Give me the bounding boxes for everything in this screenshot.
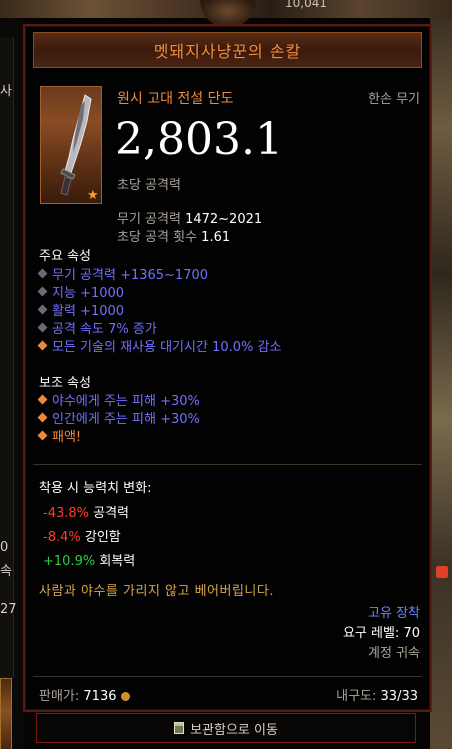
affix-bullet-icon xyxy=(37,430,48,441)
durability-value: 33/33 xyxy=(380,689,418,704)
move-to-stash-button[interactable]: 보관함으로 이동 xyxy=(36,713,416,743)
left-panel-strip xyxy=(0,38,14,678)
section-divider xyxy=(33,464,422,465)
stat-change-row: -8.4% 강인함 xyxy=(43,526,121,545)
weapon-damage-line: 무기 공격력 1472~2021 xyxy=(117,208,262,227)
affix-text: 야수에게 주는 피해 +30% xyxy=(52,394,200,409)
durability: 내구도: 33/33 xyxy=(336,685,418,704)
affix-bullet-icon xyxy=(37,286,48,297)
item-icon-frame[interactable] xyxy=(40,86,102,204)
stat-change-row: +10.9% 회복력 xyxy=(43,550,135,569)
move-to-stash-label: 보관함으로 이동 xyxy=(190,722,278,738)
background-left-panel: 사 0 속 27 xyxy=(0,18,24,749)
secondary-heading: 보조 속성 xyxy=(39,376,91,391)
primary-affix: 활력 +1000 xyxy=(37,300,125,319)
affix-text: 지능 +1000 xyxy=(52,286,125,301)
affix-text: 패액! xyxy=(52,430,82,445)
stat-change-value: +10.9% xyxy=(43,554,96,569)
attack-speed-value: 1.61 xyxy=(201,230,231,245)
flavor-text: 사람과 야수를 가리지 않고 베어버립니다. xyxy=(39,584,274,599)
affix-bullet-icon xyxy=(37,322,48,333)
required-level-label: 요구 레벨: xyxy=(342,626,400,641)
item-quality-type: 원시 고대 전설 단도 xyxy=(117,91,234,107)
stat-change-label: 회복력 xyxy=(99,554,136,569)
primary-heading: 주요 속성 xyxy=(39,249,91,264)
stat-change-value: -43.8% xyxy=(43,506,89,521)
dps-label: 초당 공격력 xyxy=(117,178,181,193)
affix-bullet-icon xyxy=(37,304,48,315)
unique-equip-label: 고유 장착 xyxy=(368,606,420,621)
affix-bullet-icon xyxy=(37,412,48,423)
primary-affix: 무기 공격력 +1365~1700 xyxy=(37,264,209,283)
secondary-affix: 인간에게 주는 피해 +30% xyxy=(37,408,200,427)
sell-price-label: 판매가: xyxy=(39,689,80,704)
red-gem-icon xyxy=(436,566,448,578)
account-bound-label: 계정 귀속 xyxy=(368,646,420,661)
left-fragment: 27 xyxy=(0,602,17,617)
sell-price: 판매가: 7136 xyxy=(39,685,130,704)
primary-affix: 공격 속도 7% 증가 xyxy=(37,318,157,337)
attack-speed-label: 초당 공격 횟수 xyxy=(117,230,198,245)
legendary-bullet-icon xyxy=(37,340,48,351)
gold-coin-icon xyxy=(120,692,130,701)
affix-text: 무기 공격력 +1365~1700 xyxy=(52,268,209,283)
stat-change-row: -43.8% 공격력 xyxy=(43,502,129,521)
attack-speed-line: 초당 공격 횟수 1.61 xyxy=(117,226,230,245)
item-name: 멧돼지사냥꾼의 손칼 xyxy=(153,42,302,61)
primary-affix: 지능 +1000 xyxy=(37,282,125,301)
item-title-bar: 멧돼지사냥꾼의 손칼 xyxy=(33,32,422,68)
background-right-panel xyxy=(430,18,452,749)
background-number: 10,041 xyxy=(285,0,327,10)
tooltip-footer: 판매가: 7136 내구도: 33/33 xyxy=(33,676,422,706)
weapon-damage-value: 1472~2021 xyxy=(185,212,263,227)
item-slot-type: 한손 무기 xyxy=(368,92,420,107)
weapon-damage-label: 무기 공격력 xyxy=(117,212,181,227)
stat-change-value: -8.4% xyxy=(43,530,81,545)
affix-text: 인간에게 주는 피해 +30% xyxy=(52,412,200,427)
left-fragment: 사 xyxy=(0,84,12,99)
item-tooltip: 멧돼지사냥꾼의 손칼 ★ 원시 고대 전설 단도 한손 무기 2,803.1 초… xyxy=(23,24,432,712)
left-fragment: 0 xyxy=(0,540,9,555)
secondary-affix: 야수에게 주는 피해 +30% xyxy=(37,390,200,409)
left-fragment: 속 xyxy=(0,564,12,579)
sell-price-value: 7136 xyxy=(83,689,117,704)
affix-bullet-icon xyxy=(37,394,48,405)
dagger-icon xyxy=(60,94,92,196)
stat-change-label: 강인함 xyxy=(84,530,121,545)
stat-change-heading: 착용 시 능력치 변화: xyxy=(39,481,152,496)
primary-affix: 모든 기술의 재사용 대기시간 10.0% 감소 xyxy=(37,336,282,355)
affix-text: 공격 속도 7% 증가 xyxy=(52,322,157,337)
left-slot-frame xyxy=(0,678,12,749)
secondary-affix: 패액! xyxy=(37,426,82,445)
stash-chest-icon xyxy=(174,722,185,734)
affix-text: 활력 +1000 xyxy=(52,304,125,319)
durability-label: 내구도: xyxy=(336,689,377,704)
ancient-star-icon: ★ xyxy=(87,188,99,203)
affix-text: 모든 기술의 재사용 대기시간 10.0% 감소 xyxy=(52,340,282,355)
affix-bullet-icon xyxy=(37,268,48,279)
required-level: 요구 레벨: 70 xyxy=(343,622,420,641)
required-level-value: 70 xyxy=(403,626,420,641)
stat-change-label: 공격력 xyxy=(93,506,130,521)
dps-value: 2,803.1 xyxy=(115,114,283,165)
